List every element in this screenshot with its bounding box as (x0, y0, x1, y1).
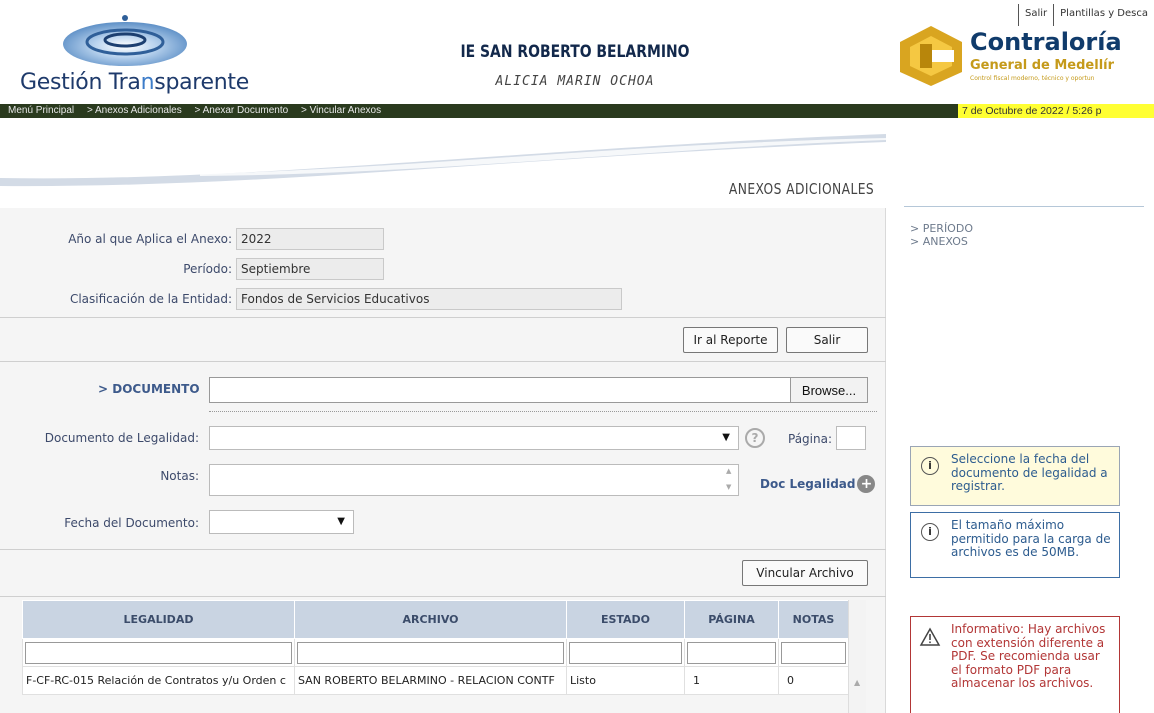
main-content: ANEXOS ADICIONALES Año al que Aplica el … (0, 130, 886, 713)
pagina-label: Página: (788, 432, 833, 446)
info-box-fecha: i Seleccione la fecha del documento de l… (910, 446, 1120, 506)
app-header: Gestión Transparente IE SAN ROBERTO BELA… (0, 0, 1154, 104)
filter-pagina-input[interactable] (687, 641, 776, 664)
filter-notas-input[interactable] (781, 641, 846, 664)
top-links: Salir Plantillas y Desca (1018, 4, 1154, 26)
contraloria-subtitle: General de Medellír (970, 58, 1115, 73)
current-date: 7 de Octubre de 2022 / 5:26 p (962, 105, 1102, 117)
breadcrumb-vincular-anexos[interactable]: > Vincular Anexos (301, 105, 381, 116)
info-fecha-text: Seleccione la fecha del documento de leg… (951, 452, 1108, 493)
col-archivo[interactable]: ARCHIVO (294, 600, 567, 639)
doc-legalidad-add-link[interactable]: Doc Legalidad + (760, 475, 876, 493)
vincular-archivo-button[interactable]: Vincular Archivo (742, 560, 868, 586)
col-legalidad[interactable]: LEGALIDAD (22, 600, 295, 639)
salir-button[interactable]: Salir (786, 327, 868, 353)
fecha-label: Fecha del Documento: (64, 516, 199, 530)
table-scrollbar[interactable]: ▲ (848, 600, 866, 713)
date-highlight: 7 de Octubre de 2022 / 5:26 p (958, 104, 1154, 118)
add-circle-icon: + (857, 475, 876, 493)
info-tamano-text: El tamaño máximo permitido para la carga… (951, 518, 1111, 559)
anio-value: 2022 (236, 228, 384, 250)
anio-label: Año al que Aplica el Anexo: (68, 232, 232, 246)
doc-legalidad-link-label: Doc Legalidad (760, 477, 856, 491)
scroll-up-icon[interactable]: ▲ (854, 678, 860, 687)
fecha-select[interactable]: ▼ (209, 510, 354, 534)
filter-estado-input[interactable] (569, 641, 682, 664)
periodo-value: Septiembre (236, 258, 384, 280)
info-box-tamano: i El tamaño máximo permitido para la car… (910, 512, 1120, 578)
breadcrumb-anexos-adicionales[interactable]: > Anexos Adicionales (87, 105, 182, 116)
cell-pagina: 1 (684, 666, 779, 695)
logout-link[interactable]: Salir (1018, 4, 1053, 26)
water-drop-logo-icon (63, 15, 187, 66)
contraloria-logo: Contraloría General de Medellír Control … (896, 24, 1154, 94)
chevron-down-icon: ▼ (722, 432, 730, 443)
filter-legalidad-input[interactable] (25, 641, 292, 664)
file-path-input[interactable] (209, 377, 791, 403)
cell-legalidad: F-CF-RC-015 Relación de Contratos y/u Or… (22, 666, 295, 695)
warning-icon (919, 627, 941, 646)
warning-pdf-text: Informativo: Hay archivos con extensión … (951, 622, 1106, 690)
periodo-row: Período: Septiembre (0, 258, 384, 280)
doc-legalidad-select[interactable]: ▼ (209, 426, 739, 450)
filter-row (22, 638, 849, 667)
cell-notas: 0 (778, 666, 849, 695)
anexos-table: LEGALIDAD ARCHIVO ESTADO PÁGINA NOTAS F-… (22, 600, 849, 695)
breadcrumb-main-menu[interactable]: Menú Principal (8, 105, 74, 116)
cell-archivo: SAN ROBERTO BELARMINO - RELACION CONTF (294, 666, 567, 695)
sidebar-divider (904, 206, 1144, 207)
filter-archivo-input[interactable] (297, 641, 564, 664)
col-notas[interactable]: NOTAS (778, 600, 849, 639)
divider (0, 361, 886, 362)
anio-row: Año al que Aplica el Anexo: 2022 (0, 228, 384, 250)
clasificacion-row: Clasificación de la Entidad: Fondos de S… (0, 288, 622, 310)
divider (0, 317, 886, 318)
sidebar-nav: > PERÍODO > ANEXOS (910, 222, 973, 248)
documento-label: > DOCUMENTO (98, 382, 200, 396)
clasificacion-value: Fondos de Servicios Educativos (236, 288, 622, 310)
notas-label: Notas: (160, 469, 199, 483)
warning-box-pdf: Informativo: Hay archivos con extensión … (910, 616, 1120, 713)
clasificacion-label: Clasificación de la Entidad: (69, 292, 232, 306)
col-estado[interactable]: ESTADO (566, 600, 685, 639)
breadcrumb-anexar-documento[interactable]: > Anexar Documento (195, 105, 289, 116)
breadcrumb: Menú Principal > Anexos Adicionales > An… (8, 104, 391, 118)
entity-name: IE SAN ROBERTO BELARMINO (460, 42, 690, 62)
divider (0, 596, 886, 597)
scroll-up-icon: ▲ (726, 467, 732, 475)
table-header-row: LEGALIDAD ARCHIVO ESTADO PÁGINA NOTAS (22, 600, 849, 639)
dotted-divider (209, 411, 877, 412)
info-icon: i (921, 523, 939, 541)
section-title: ANEXOS ADICIONALES (728, 180, 874, 198)
breadcrumb-bar: Menú Principal > Anexos Adicionales > An… (0, 104, 1154, 118)
doc-legalidad-label: Documento de Legalidad: (44, 431, 199, 445)
user-name: ALICIA MARIN OCHOA (495, 74, 655, 89)
cell-estado: Listo (566, 666, 685, 695)
divider (0, 549, 886, 550)
contraloria-title: Contraloría (970, 28, 1122, 56)
pagina-input[interactable] (836, 426, 866, 450)
contraloria-tagline: Control fiscal moderno, técnico y oportu… (970, 75, 1095, 82)
table-row[interactable]: F-CF-RC-015 Relación de Contratos y/u Or… (22, 666, 849, 695)
help-icon[interactable]: ? (745, 428, 765, 448)
notas-textarea[interactable]: ▲ ▼ (209, 464, 739, 496)
periodo-label: Período: (183, 262, 232, 276)
contraloria-emblem-icon (900, 26, 962, 86)
sidebar-item-periodo[interactable]: > PERÍODO (910, 222, 973, 235)
browse-button[interactable]: Browse... (790, 377, 868, 403)
chevron-down-icon: ▼ (337, 516, 345, 527)
templates-link[interactable]: Plantillas y Desca (1053, 4, 1154, 26)
col-pagina[interactable]: PÁGINA (684, 600, 779, 639)
info-icon: i (921, 457, 939, 475)
scroll-down-icon: ▼ (726, 483, 732, 491)
sidebar-item-anexos[interactable]: > ANEXOS (910, 235, 973, 248)
ir-reporte-button[interactable]: Ir al Reporte (683, 327, 778, 353)
brand-name: Gestión Transparente (20, 70, 249, 95)
